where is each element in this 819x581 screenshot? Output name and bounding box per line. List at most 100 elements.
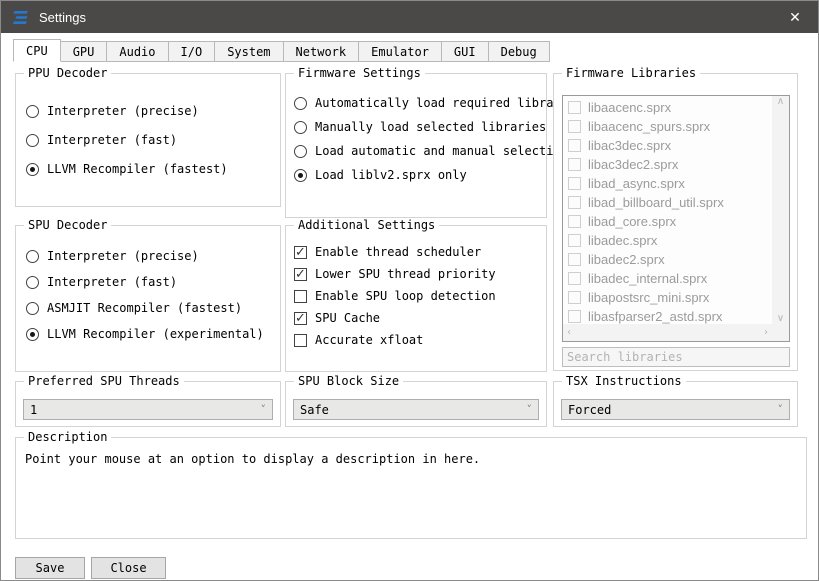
library-item[interactable]: libac3dec.sprx — [563, 136, 772, 155]
library-label: libadec.sprx — [588, 233, 657, 248]
radio-icon — [294, 121, 307, 134]
radio-label: Interpreter (precise) — [47, 249, 199, 263]
tab-audio[interactable]: Audio — [107, 41, 168, 62]
vertical-scrollbar[interactable]: ∧ ∨ — [772, 96, 789, 324]
rpcs3-logo-icon — [13, 11, 30, 24]
tab-debug[interactable]: Debug — [489, 41, 550, 62]
close-icon[interactable]: ✕ — [772, 1, 818, 33]
spu-radio-llvm-recompiler[interactable]: LLVM Recompiler (experimental) — [26, 327, 274, 341]
settings-window: Settings ✕ CPU GPU Audio I/O System Netw… — [0, 0, 819, 581]
checkbox-icon[interactable] — [568, 158, 581, 171]
spu-radio-asmjit-recompiler[interactable]: ASMJIT Recompiler (fastest) — [26, 301, 274, 315]
save-button[interactable]: Save — [15, 557, 85, 579]
checkbox-icon[interactable] — [568, 101, 581, 114]
search-libraries-input[interactable] — [562, 347, 790, 367]
ppu-radio-interpreter-precise[interactable]: Interpreter (precise) — [26, 104, 274, 118]
spu-radio-interpreter-fast[interactable]: Interpreter (fast) — [26, 275, 274, 289]
library-label: libad_core.sprx — [588, 214, 676, 229]
radio-label: Interpreter (fast) — [47, 133, 177, 147]
combo-value: 1 — [30, 403, 37, 417]
library-item[interactable]: libac3dec2.sprx — [563, 155, 772, 174]
spu-block-size-group: SPU Block Size Safe ˅ — [285, 381, 547, 427]
additional-settings-options: Enable thread scheduler Lower SPU thread… — [294, 245, 540, 347]
library-rows: libaacenc.sprx libaacenc_spurs.sprx liba… — [563, 98, 772, 324]
library-item[interactable]: libadec.sprx — [563, 231, 772, 250]
chevron-down-icon: ˅ — [778, 403, 784, 416]
library-label: libadec2.sprx — [588, 252, 665, 267]
checkbox-label: SPU Cache — [315, 311, 380, 325]
checkbox-icon[interactable] — [568, 234, 581, 247]
tab-system[interactable]: System — [215, 41, 283, 62]
library-item[interactable]: libad_billboard_util.sprx — [563, 193, 772, 212]
library-label: libad_billboard_util.sprx — [588, 195, 724, 210]
tab-gui[interactable]: GUI — [442, 41, 489, 62]
tab-gpu[interactable]: GPU — [61, 41, 108, 62]
radio-label: ASMJIT Recompiler (fastest) — [47, 301, 242, 315]
radio-label: Load automatic and manual selection — [315, 144, 568, 158]
firmware-libraries-group: Firmware Libraries libaacenc.sprx libaac… — [553, 73, 798, 371]
radio-label: Interpreter (fast) — [47, 275, 177, 289]
scroll-left-icon[interactable]: ‹ — [567, 327, 571, 338]
tab-cpu[interactable]: CPU — [13, 39, 61, 62]
checkbox-icon[interactable] — [568, 215, 581, 228]
ppu-decoder-group: PPU Decoder Interpreter (precise) Interp… — [15, 73, 281, 207]
checkbox-icon[interactable] — [568, 291, 581, 304]
library-item[interactable]: libaacenc_spurs.sprx — [563, 117, 772, 136]
checkbox-label: Lower SPU thread priority — [315, 267, 496, 281]
radio-icon — [26, 328, 39, 341]
combo-value: Safe — [300, 403, 329, 417]
fw-radio-auto-load[interactable]: Automatically load required libraries — [294, 96, 540, 110]
fw-radio-auto-manual[interactable]: Load automatic and manual selection — [294, 144, 540, 158]
preferred-spu-threads-select[interactable]: 1 ˅ — [23, 399, 273, 420]
check-lower-spu-priority[interactable]: Lower SPU thread priority — [294, 267, 540, 281]
tab-emulator[interactable]: Emulator — [359, 41, 442, 62]
horizontal-scrollbar[interactable]: ‹ › — [563, 324, 772, 341]
scroll-down-icon[interactable]: ∨ — [777, 313, 784, 324]
close-button[interactable]: Close — [91, 557, 166, 579]
tab-network[interactable]: Network — [284, 41, 360, 62]
titlebar[interactable]: Settings ✕ — [1, 1, 818, 33]
checkbox-icon[interactable] — [568, 139, 581, 152]
ppu-radio-llvm-recompiler[interactable]: LLVM Recompiler (fastest) — [26, 162, 274, 176]
library-item[interactable]: libad_async.sprx — [563, 174, 772, 193]
library-item[interactable]: libad_core.sprx — [563, 212, 772, 231]
radio-icon — [26, 163, 39, 176]
scroll-right-icon[interactable]: › — [764, 327, 768, 338]
preferred-spu-threads-group: Preferred SPU Threads 1 ˅ — [15, 381, 281, 427]
checkbox-icon[interactable] — [568, 310, 581, 323]
checkbox-icon — [294, 312, 307, 325]
checkbox-icon[interactable] — [568, 253, 581, 266]
library-item[interactable]: libapostsrc_mini.sprx — [563, 288, 772, 307]
fw-radio-manual-load[interactable]: Manually load selected libraries — [294, 120, 540, 134]
spu-block-size-select[interactable]: Safe ˅ — [293, 399, 539, 420]
description-text: Point your mouse at an option to display… — [25, 452, 798, 466]
radio-icon — [26, 276, 39, 289]
radio-label: LLVM Recompiler (experimental) — [47, 327, 264, 341]
tsx-instructions-select[interactable]: Forced ˅ — [561, 399, 790, 420]
fw-radio-liblv2-only[interactable]: Load liblv2.sprx only — [294, 168, 540, 182]
scroll-up-icon[interactable]: ∧ — [777, 96, 784, 107]
checkbox-icon[interactable] — [568, 196, 581, 209]
tab-io[interactable]: I/O — [169, 41, 216, 62]
check-enable-thread-scheduler[interactable]: Enable thread scheduler — [294, 245, 540, 259]
radio-icon — [26, 105, 39, 118]
checkbox-icon[interactable] — [568, 120, 581, 133]
library-item[interactable]: libasfparser2_astd.sprx — [563, 307, 772, 324]
radio-label: Automatically load required libraries — [315, 96, 582, 110]
radio-icon — [26, 134, 39, 147]
checkbox-icon — [294, 268, 307, 281]
library-item[interactable]: libadec_internal.sprx — [563, 269, 772, 288]
library-label: libasfparser2_astd.sprx — [588, 309, 722, 324]
radio-icon — [294, 169, 307, 182]
check-spu-cache[interactable]: SPU Cache — [294, 311, 540, 325]
checkbox-icon[interactable] — [568, 272, 581, 285]
ppu-radio-interpreter-fast[interactable]: Interpreter (fast) — [26, 133, 274, 147]
library-item[interactable]: libaacenc.sprx — [563, 98, 772, 117]
radio-label: LLVM Recompiler (fastest) — [47, 162, 228, 176]
check-spu-loop-detection[interactable]: Enable SPU loop detection — [294, 289, 540, 303]
spu-radio-interpreter-precise[interactable]: Interpreter (precise) — [26, 249, 274, 263]
library-item[interactable]: libadec2.sprx — [563, 250, 772, 269]
check-accurate-xfloat[interactable]: Accurate xfloat — [294, 333, 540, 347]
checkbox-icon[interactable] — [568, 177, 581, 190]
firmware-libraries-list[interactable]: libaacenc.sprx libaacenc_spurs.sprx liba… — [562, 95, 790, 342]
